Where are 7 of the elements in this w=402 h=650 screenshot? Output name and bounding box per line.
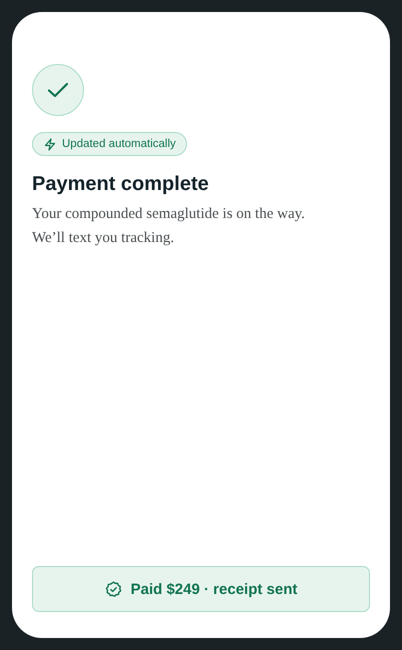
message-text: Your compounded semaglutide is on the way. We’ll text you tracking. (32, 205, 305, 248)
title: Payment complete (32, 172, 209, 197)
lightning-icon (44, 138, 56, 150)
checkmark-icon (32, 64, 84, 116)
status-label: Paid $249 · receipt sent (130, 580, 298, 598)
verified-check-icon (104, 580, 122, 598)
badge-label: Updated automatically (62, 138, 176, 150)
